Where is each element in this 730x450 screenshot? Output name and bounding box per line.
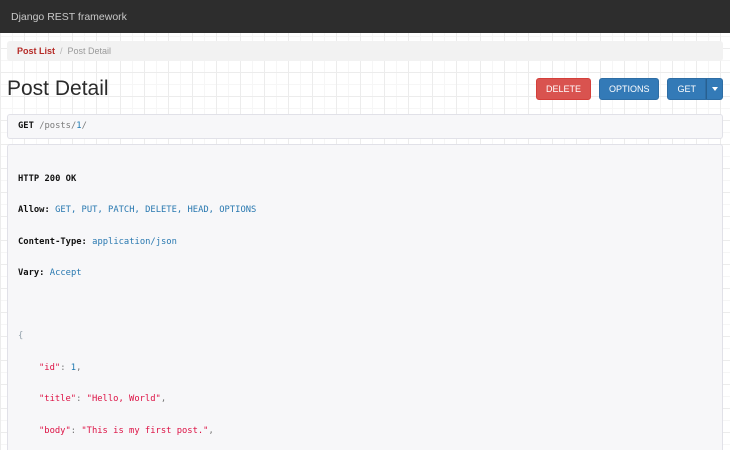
page-title: Post Detail (7, 77, 109, 100)
response-status-line: HTTP 200 OK (18, 173, 77, 184)
brand-title[interactable]: Django REST framework (11, 11, 127, 23)
json-open-brace: { (18, 331, 24, 341)
request-path-suffix: / (81, 121, 87, 131)
response-blank-line (18, 300, 712, 311)
breadcrumb-current: Post Detail (67, 46, 112, 56)
get-button[interactable]: GET (667, 78, 706, 100)
caret-down-icon (711, 87, 718, 91)
json-field-title: "title": "Hello, World", (39, 394, 167, 404)
delete-button[interactable]: DELETE (535, 78, 591, 100)
get-dropdown-button[interactable] (706, 78, 723, 100)
breadcrumb-post-list-link[interactable]: Post List (17, 46, 55, 56)
page-header: Post Detail DELETE OPTIONS GET (7, 72, 723, 106)
breadcrumb: Post List / Post Detail (7, 41, 723, 61)
options-button[interactable]: OPTIONS (598, 78, 660, 100)
request-path-prefix: /posts/ (39, 121, 77, 131)
request-info: GET /posts/1/ (7, 114, 723, 139)
top-navbar: Django REST framework (0, 0, 730, 33)
request-method: GET (18, 121, 34, 131)
breadcrumb-separator: / (60, 46, 63, 56)
main-container: Post List / Post Detail Post Detail DELE… (7, 41, 723, 450)
response-header-content-type: Content-Type: application/json (18, 236, 177, 247)
response-header-allow: Allow: GET, PUT, PATCH, DELETE, HEAD, OP… (18, 205, 257, 215)
response-header-vary: Vary: Accept (18, 268, 82, 278)
json-field-body: "body": "This is my first post.", (39, 425, 214, 436)
action-buttons: DELETE OPTIONS GET (535, 78, 723, 100)
response-info: HTTP 200 OK Allow: GET, PUT, PATCH, DELE… (7, 143, 723, 450)
json-field-id: "id": 1, (39, 362, 82, 373)
